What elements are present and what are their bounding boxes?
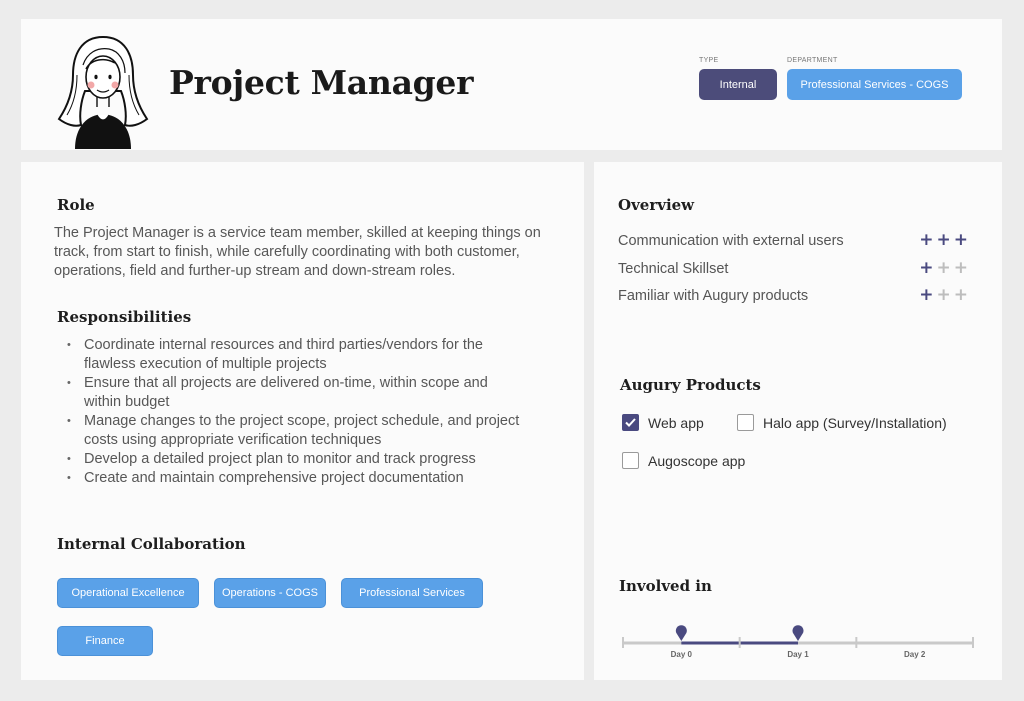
plus-icon-active: + [936, 230, 951, 250]
collab-tag-operational-excellence[interactable]: Operational Excellence [57, 578, 199, 608]
products-title: Augury Products [620, 376, 761, 394]
timeline-day-label: Day 1 [787, 650, 809, 659]
skill-rating: + + + [919, 260, 968, 277]
involvement-timeline: Day 0 Day 1 Day 2 [618, 624, 978, 664]
responsibilities-title: Responsibilities [57, 308, 192, 326]
overview-row: Familiar with Augury products + + + [618, 287, 968, 304]
timeline-track [622, 625, 974, 648]
skill-rating: + + + [919, 287, 968, 304]
checkmark-icon [625, 418, 636, 427]
product-augoscope-app[interactable]: Augoscope app [622, 452, 745, 469]
checkbox[interactable] [737, 414, 754, 431]
timeline-day-label: Day 0 [670, 650, 693, 659]
overview-row: Technical Skillset + + + [618, 260, 968, 277]
overview-label: Familiar with Augury products [618, 287, 809, 304]
product-label: Augoscope app [648, 452, 746, 469]
collaboration-title: Internal Collaboration [57, 535, 246, 553]
checkbox[interactable] [622, 452, 639, 469]
plus-icon-active: + [919, 230, 934, 250]
right-card: Overview Communication with external use… [594, 162, 1002, 680]
product-web-app[interactable]: Web app [622, 414, 704, 431]
plus-icon-inactive: + [953, 285, 968, 305]
type-tag: TYPE Internal [699, 57, 777, 100]
overview-label: Communication with external users [618, 232, 844, 249]
overview-row: Communication with external users + + + [618, 232, 968, 249]
plus-icon-active: + [919, 285, 934, 305]
left-card: Role The Project Manager is a service te… [21, 162, 584, 680]
type-value-pill[interactable]: Internal [699, 69, 777, 100]
collab-tag-operations-cogs[interactable]: Operations - COGS [214, 578, 326, 608]
plus-icon-active: + [919, 258, 934, 278]
department-value-pill[interactable]: Professional Services - COGS [787, 69, 962, 100]
type-caption: TYPE [699, 57, 719, 64]
department-tag: DEPARTMENT Professional Services - COGS [787, 57, 962, 100]
product-label: Halo app (Survey/Installation) [763, 414, 947, 431]
list-item: Create and maintain comprehensive projec… [65, 469, 525, 488]
skill-rating: + + + [919, 232, 968, 249]
overview-title: Overview [618, 196, 695, 214]
collab-tag-finance[interactable]: Finance [57, 626, 153, 656]
avatar [57, 35, 149, 149]
list-item: Develop a detailed project plan to monit… [65, 450, 525, 469]
role-title: Role [57, 196, 95, 214]
overview-label: Technical Skillset [618, 260, 729, 277]
responsibilities-list: Coordinate internal resources and third … [65, 336, 525, 488]
plus-icon-active: + [953, 230, 968, 250]
timeline-marker-icon[interactable] [675, 625, 687, 641]
timeline-marker-icon[interactable] [792, 625, 804, 641]
department-caption: DEPARTMENT [787, 57, 838, 64]
plus-icon-inactive: + [936, 285, 951, 305]
plus-icon-inactive: + [953, 258, 968, 278]
timeline-day-label: Day 2 [903, 650, 926, 659]
product-halo-app[interactable]: Halo app (Survey/Installation) [737, 414, 947, 431]
header-card: Project Manager TYPE Internal DEPARTMENT… [21, 19, 1002, 150]
collab-tag-professional-services[interactable]: Professional Services [341, 578, 483, 608]
product-label: Web app [648, 414, 704, 431]
plus-icon-inactive: + [936, 258, 951, 278]
involved-title: Involved in [619, 577, 712, 595]
checkbox[interactable] [622, 414, 639, 431]
list-item: Coordinate internal resources and third … [65, 336, 525, 374]
list-item: Manage changes to the project scope, pro… [65, 412, 525, 450]
page-title: Project Manager [169, 63, 474, 102]
list-item: Ensure that all projects are delivered o… [65, 374, 525, 412]
role-description: The Project Manager is a service team me… [54, 225, 541, 279]
